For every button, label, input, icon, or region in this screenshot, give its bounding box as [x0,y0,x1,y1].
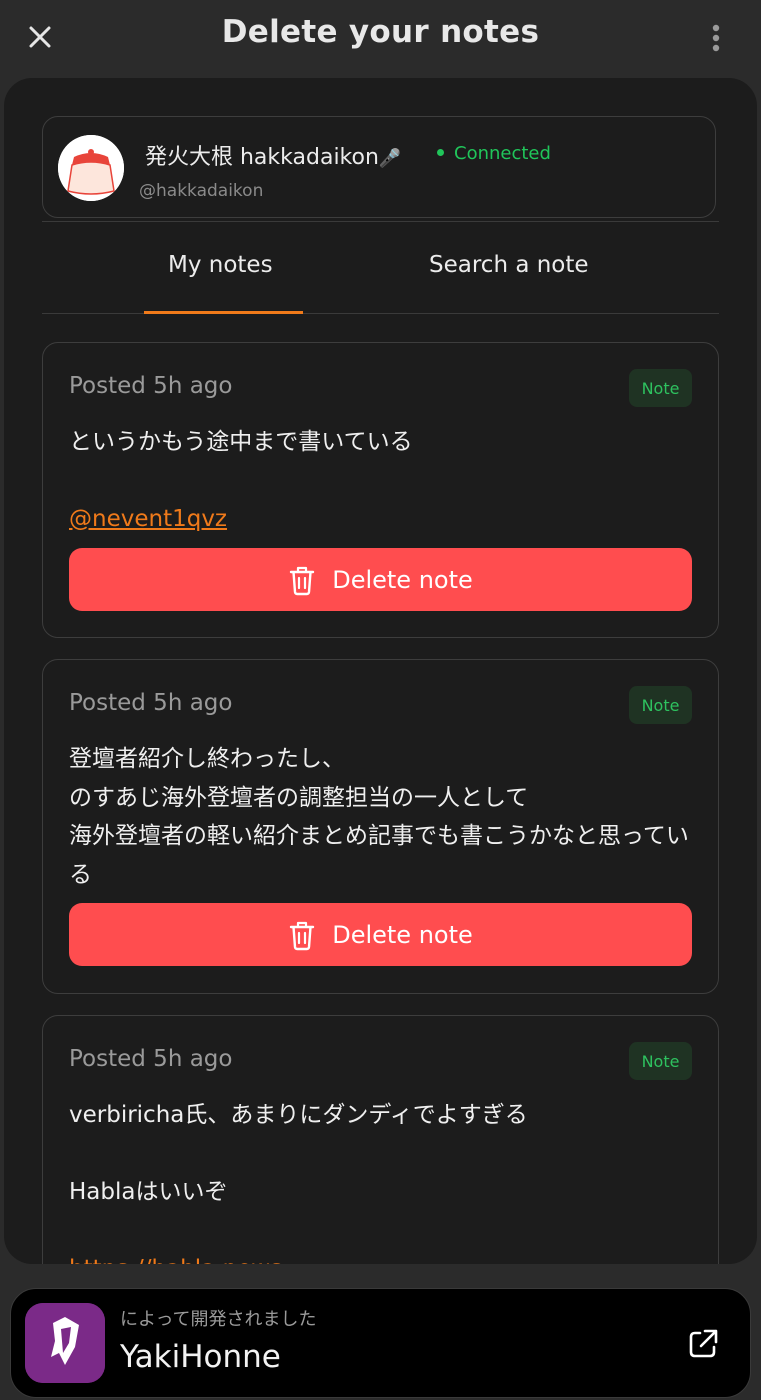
note-badge: Note [629,1042,692,1080]
note-posted-time: Posted 5h ago [69,690,233,716]
note-badge: Note [629,686,692,724]
active-tab-indicator [144,311,303,314]
trash-icon [290,921,315,950]
app-footer: によって開発されました YakiHonne [10,1288,751,1398]
delete-note-label: Delete note [332,920,473,949]
note-content: というかもう途中まで書いている @nevent1qvz [69,423,692,539]
profile-name: 発火大根 hakkadaikon🎤 [145,139,401,171]
notes-tabs: My notes Search a note [42,221,719,314]
note-posted-time: Posted 5h ago [69,1046,233,1072]
note-content: verbiricha氏、あまりにダンディでよすぎる Hablaはいいぞ http… [69,1096,692,1264]
open-external-button[interactable] [686,1327,720,1361]
delete-note-button[interactable]: Delete note [69,548,692,611]
note-card: Posted 5h ago Note というかもう途中まで書いている @neve… [42,342,719,638]
delete-note-button[interactable]: Delete note [69,903,692,966]
tab-my-notes[interactable]: My notes [168,252,273,278]
microphone-icon: 🎤 [378,148,402,169]
profile-display-name: 発火大根 hakkadaikon [145,145,379,170]
footer-subtitle: によって開発されました [120,1309,317,1330]
delete-note-label: Delete note [332,565,473,594]
yakihonne-logo [25,1303,105,1383]
page-title: Delete your notes [221,14,540,50]
external-link-icon [689,1329,718,1358]
note-badge: Note [629,369,692,407]
note-url-link[interactable]: https://habla.news [69,1256,282,1264]
yakihonne-logo-icon [25,1303,105,1383]
note-card: Posted 5h ago Note 登壇者紹介し終わったし、 のすあじ海外登壇… [42,659,719,994]
note-text: 登壇者紹介し終わったし、 のすあじ海外登壇者の調整担当の一人として 海外登壇者の… [69,746,689,888]
note-card: Posted 5h ago Note verbiricha氏、あまりにダンディで… [42,1015,719,1264]
profile-card: 発火大根 hakkadaikon🎤 Connected @hakkadaikon [42,116,716,218]
status-dot-icon [437,148,444,156]
avatar-pudding-image [58,135,124,201]
top-bar: Delete your notes [0,0,761,76]
main-sheet: 発火大根 hakkadaikon🎤 Connected @hakkadaikon… [4,78,757,1264]
trash-icon [290,566,315,595]
note-mention-link[interactable]: @nevent1qvz [69,506,227,532]
note-text: というかもう途中まで書いている [69,429,413,455]
more-vertical-icon [712,24,720,52]
more-options-button[interactable] [704,22,728,54]
profile-handle: @hakkadaikon [139,181,264,201]
connection-status-label: Connected [454,143,551,164]
note-posted-time: Posted 5h ago [69,373,233,399]
connection-status: Connected [437,143,551,164]
tab-search-a-note[interactable]: Search a note [429,252,589,278]
note-text: verbiricha氏、あまりにダンディでよすぎる Hablaはいいぞ [69,1102,528,1205]
footer-app-name: YakiHonne [120,1339,281,1375]
avatar [58,135,124,201]
